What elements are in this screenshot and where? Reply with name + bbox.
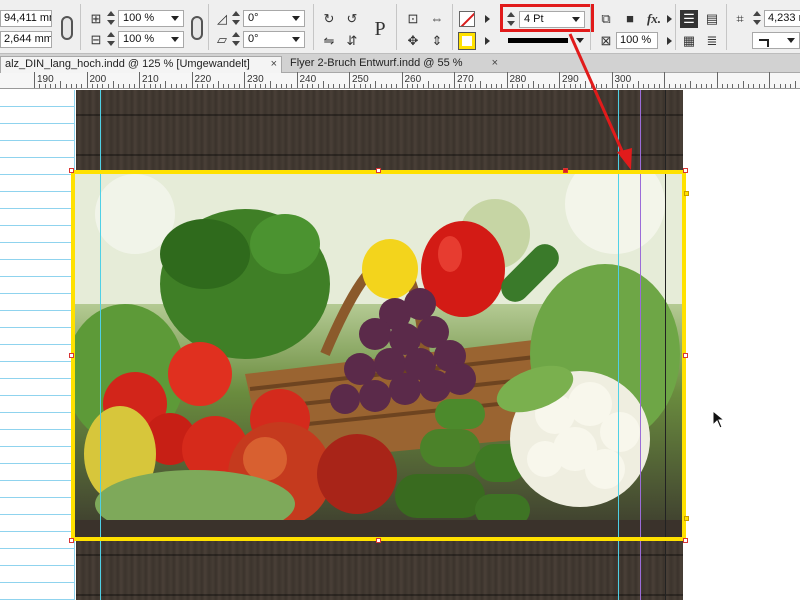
annotation-arrow: [568, 33, 632, 170]
